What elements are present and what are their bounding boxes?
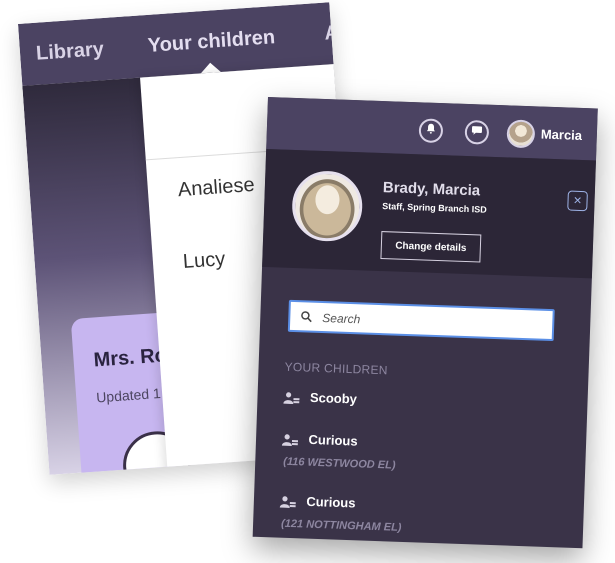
nav-next-item[interactable]: A bbox=[324, 22, 340, 46]
nav-your-children[interactable]: Your children bbox=[147, 26, 276, 58]
child-school: (121 NOTTINGHAM EL) bbox=[280, 517, 402, 534]
child-icon bbox=[283, 390, 300, 404]
account-panel: Marcia Brady, Marcia Staff, Spring Branc… bbox=[252, 97, 598, 549]
teacher-name: Mrs. Ro bbox=[92, 344, 168, 372]
children-section-label: YOUR CHILDREN bbox=[284, 359, 389, 378]
nav-library[interactable]: Library bbox=[35, 38, 104, 66]
child-item[interactable]: Curious (121 NOTTINGHAM EL) bbox=[279, 492, 403, 534]
child-school: (116 WESTWOOD EL) bbox=[283, 455, 396, 472]
dropdown-item-analiese[interactable]: Analiese bbox=[177, 174, 255, 202]
close-icon: × bbox=[573, 191, 582, 209]
user-menu-name[interactable]: Marcia bbox=[541, 127, 583, 143]
child-item[interactable]: Curious (116 WESTWOOD EL) bbox=[281, 430, 397, 472]
change-details-button[interactable]: Change details bbox=[380, 231, 482, 263]
bell-icon bbox=[425, 122, 438, 140]
teacher-updated-text: Updated 1 bbox=[95, 384, 162, 406]
chat-icon bbox=[471, 123, 484, 141]
search-icon bbox=[301, 311, 312, 323]
child-name: Curious bbox=[308, 431, 358, 449]
messages-button[interactable] bbox=[464, 119, 490, 145]
user-avatar[interactable] bbox=[506, 119, 536, 149]
profile-section: Brady, Marcia Staff, Spring Branch ISD C… bbox=[262, 148, 596, 279]
search-input[interactable] bbox=[319, 306, 545, 337]
child-name: Scooby bbox=[309, 389, 358, 407]
dropdown-item-lucy[interactable]: Lucy bbox=[182, 248, 226, 274]
search-field[interactable] bbox=[287, 299, 555, 342]
profile-name: Brady, Marcia bbox=[382, 179, 481, 200]
child-name: Curious bbox=[306, 493, 356, 511]
child-icon bbox=[281, 432, 299, 446]
close-button[interactable]: × bbox=[567, 190, 588, 212]
profile-photo bbox=[291, 169, 364, 243]
notifications-button[interactable] bbox=[418, 118, 444, 144]
child-icon bbox=[279, 494, 296, 508]
child-item[interactable]: Scooby bbox=[283, 388, 357, 409]
profile-role: Staff, Spring Branch ISD bbox=[382, 201, 487, 215]
